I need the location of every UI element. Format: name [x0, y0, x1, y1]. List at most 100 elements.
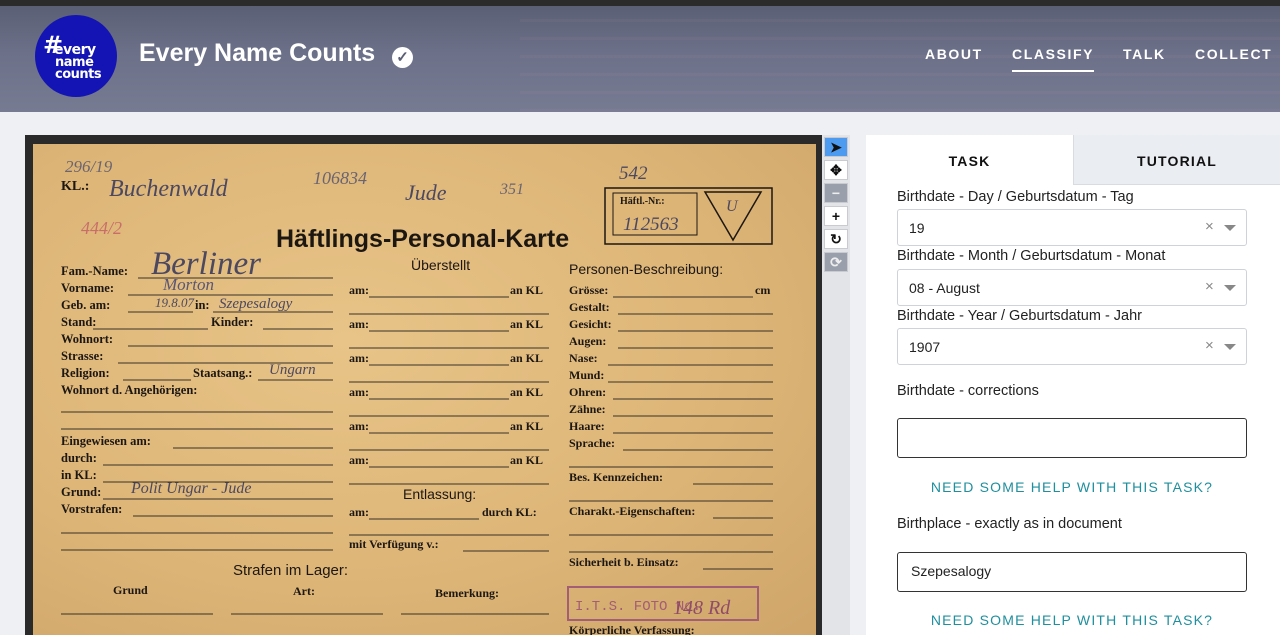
- grosse-label: Grösse:: [569, 283, 608, 297]
- day-label: Birthdate - Day / Geburtsdatum - Tag: [897, 189, 1134, 205]
- corrections-label: Birthdate - corrections: [897, 383, 1039, 399]
- card-title: Häftlings-Personal-Karte: [276, 225, 569, 253]
- am-7: am:: [349, 505, 369, 519]
- clear-icon[interactable]: ×: [1205, 218, 1214, 235]
- kennzeichen-label: Bes. Kennzeichen:: [569, 470, 663, 484]
- rotate-icon[interactable]: ↻: [824, 229, 848, 249]
- sprache-label: Sprache:: [569, 436, 615, 450]
- birthplace-value: Szepesalogy: [911, 563, 992, 579]
- augen-label: Augen:: [569, 334, 606, 348]
- site-title[interactable]: Every Name Counts: [139, 39, 375, 68]
- am-2: am:: [349, 317, 369, 331]
- zoom-in-icon[interactable]: +: [824, 206, 848, 226]
- site-logo[interactable]: # every name counts: [35, 15, 117, 97]
- year-select[interactable]: 1907 ×: [897, 328, 1247, 365]
- ueberstellt-heading: Überstellt: [411, 256, 470, 273]
- task-panel: TASK TUTORIAL Birthdate - Day / Geburtsd…: [866, 135, 1280, 635]
- nase-label: Nase:: [569, 351, 598, 365]
- bemerkung-column: Bemerkung:: [435, 586, 499, 600]
- in-label: in:: [195, 298, 210, 312]
- reset-icon[interactable]: ⟳: [824, 252, 848, 272]
- grund-column: Grund: [113, 583, 148, 597]
- zaehne-label: Zähne:: [569, 402, 606, 416]
- gesicht-label: Gesicht:: [569, 317, 612, 331]
- stand-label: Stand:: [61, 315, 96, 329]
- am-6: am:: [349, 453, 369, 467]
- mund-label: Mund:: [569, 368, 604, 382]
- personen-heading: Personen-Beschreibung:: [569, 261, 723, 277]
- wohnort-label: Wohnort:: [61, 332, 113, 346]
- chevron-down-icon[interactable]: [1224, 344, 1236, 350]
- haeftl-label: Häftl.-Nr.:: [620, 196, 665, 207]
- cm-label: cm: [755, 283, 770, 297]
- charakt-label: Charakt.-Eigenschaften:: [569, 504, 695, 518]
- vorname-label: Vorname:: [61, 281, 114, 295]
- clear-icon[interactable]: ×: [1205, 337, 1214, 354]
- card-num-542: 542: [619, 163, 648, 184]
- tab-tutorial[interactable]: TUTORIAL: [1073, 135, 1280, 185]
- move-icon[interactable]: ✥: [824, 160, 848, 180]
- day-value: 19: [909, 220, 925, 236]
- am-5: am:: [349, 419, 369, 433]
- card-kl-value: Buchenwald: [109, 176, 229, 202]
- help-link-1[interactable]: NEED SOME HELP WITH THIS TASK?: [897, 479, 1247, 495]
- vorstrafen-label: Vorstrafen:: [61, 502, 122, 516]
- haare-label: Haare:: [569, 419, 605, 433]
- am-4: am:: [349, 385, 369, 399]
- corrections-input[interactable]: [897, 418, 1247, 458]
- religion-label: Religion:: [61, 366, 110, 380]
- year-label: Birthdate - Year / Geburtsdatum - Jahr: [897, 308, 1143, 324]
- strafen-heading: Strafen im Lager:: [233, 562, 348, 579]
- card-number-1: 106834: [313, 168, 367, 188]
- am-1: am:: [349, 283, 369, 297]
- an-kl-5: an KL: [510, 419, 543, 433]
- staatsang-label: Staatsang.:: [193, 366, 252, 380]
- entlassung-heading: Entlassung:: [403, 486, 476, 502]
- an-kl-2: an KL: [510, 317, 543, 331]
- grund-value: Polit Ungar - Jude: [130, 480, 251, 497]
- wohnort-ang-label: Wohnort d. Angehörigen:: [61, 383, 197, 397]
- tab-task[interactable]: TASK: [866, 135, 1073, 185]
- month-label: Birthdate - Month / Geburtsdatum - Monat: [897, 248, 1166, 264]
- nav-about[interactable]: ABOUT: [925, 46, 983, 62]
- nav-talk[interactable]: TALK: [1123, 46, 1166, 62]
- haeftl-number: 112563: [623, 214, 679, 235]
- chevron-down-icon[interactable]: [1224, 285, 1236, 291]
- month-select[interactable]: 08 - August ×: [897, 269, 1247, 306]
- strasse-label: Strasse:: [61, 349, 103, 363]
- card-kl-label: KL.:: [61, 179, 89, 194]
- in-value: Szepesalogy: [219, 296, 293, 312]
- site-header: # every name counts Every Name Counts ✓ …: [0, 6, 1280, 112]
- in-kl-label: in KL:: [61, 468, 97, 482]
- kinder-label: Kinder:: [211, 315, 253, 329]
- pointer-icon[interactable]: ➤: [824, 137, 848, 157]
- koerper-label: Körperliche Verfassung:: [569, 623, 695, 635]
- card-jude-number: 351: [499, 181, 524, 198]
- nav-classify[interactable]: CLASSIFY: [1012, 46, 1095, 72]
- stamp-number: 148 Rd: [673, 597, 731, 619]
- card-top-number: 296/19: [65, 157, 113, 176]
- logo-line-3: counts: [55, 67, 102, 82]
- help-link-2[interactable]: NEED SOME HELP WITH THIS TASK?: [897, 612, 1247, 628]
- image-toolbar: ➤ ✥ − + ↻ ⟳: [822, 135, 850, 635]
- subject-viewer[interactable]: 296/19 KL.: Buchenwald 106834 Jude 351 5…: [25, 135, 822, 635]
- durch-kl: durch KL:: [482, 505, 537, 519]
- grund-label: Grund:: [61, 485, 101, 499]
- an-kl-1: an KL: [510, 283, 543, 297]
- an-kl-4: an KL: [510, 385, 543, 399]
- nav-collect[interactable]: COLLECT: [1195, 46, 1272, 62]
- an-kl-6: an KL: [510, 453, 543, 467]
- sicherheit-label: Sicherheit b. Einsatz:: [569, 555, 679, 569]
- day-select[interactable]: 19 ×: [897, 209, 1247, 246]
- birthplace-input[interactable]: Szepesalogy: [897, 552, 1247, 592]
- art-column: Art:: [293, 584, 315, 598]
- zoom-out-icon[interactable]: −: [824, 183, 848, 203]
- prisoner-card-image: 296/19 KL.: Buchenwald 106834 Jude 351 5…: [33, 144, 816, 635]
- clear-icon[interactable]: ×: [1205, 278, 1214, 295]
- an-kl-3: an KL: [510, 351, 543, 365]
- am-3: am:: [349, 351, 369, 365]
- mit-verfuegung: mit Verfügung v.:: [349, 537, 439, 551]
- geb-label: Geb. am:: [61, 298, 110, 312]
- chevron-down-icon[interactable]: [1224, 225, 1236, 231]
- durch-label: durch:: [61, 451, 97, 465]
